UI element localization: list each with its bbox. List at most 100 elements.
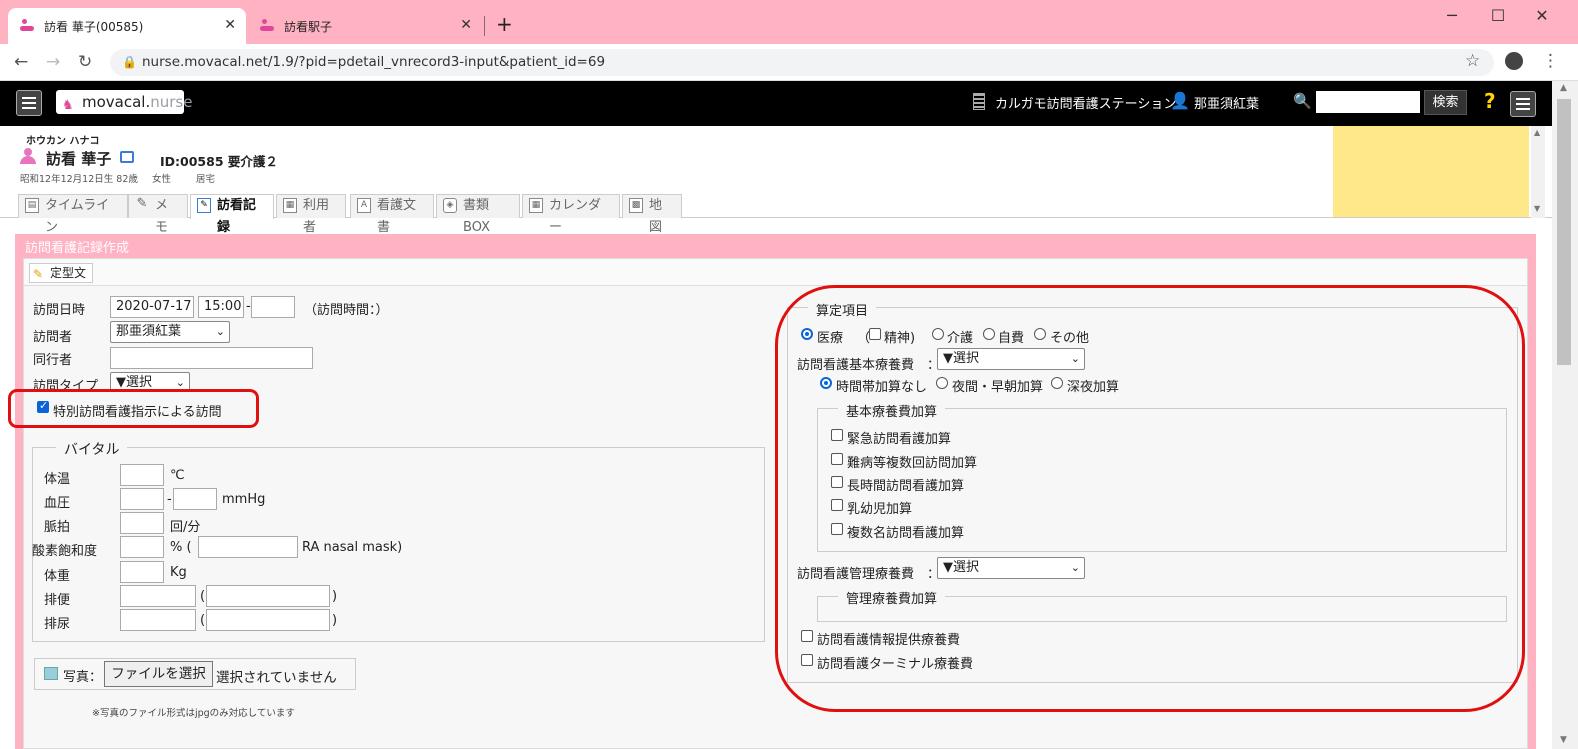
scrollbar-thumb[interactable]: [1557, 99, 1571, 365]
patient-kana: ホウカン ハナコ: [26, 136, 100, 147]
patient-birth: 昭和12年12月12日生 82歳: [20, 174, 138, 185]
choose-file-button[interactable]: ファイルを選択: [104, 661, 213, 687]
bp-diastolic-input[interactable]: [173, 488, 217, 510]
vital-label: 排便: [44, 593, 71, 608]
movacal-favicon-icon: [20, 19, 34, 33]
bp-systolic-input[interactable]: [120, 488, 164, 510]
vital-unit: Kg: [170, 565, 187, 580]
bp-separator: -: [167, 492, 172, 507]
visitor-select[interactable]: 那亜須紅葉 ⌄: [110, 321, 230, 343]
photo-label: 写真：: [63, 670, 103, 685]
visit-date-label: 訪問日時: [33, 303, 86, 318]
paren-open: (: [200, 589, 206, 604]
tab-label: 利用者: [303, 198, 330, 235]
url-field[interactable]: 🔒 nurse.movacal.net/1.9/?pid=pdetail_vnr…: [110, 49, 1494, 76]
pdf-icon: A: [357, 198, 371, 213]
browser-tab-active[interactable]: 訪看 華子(00585) ✕: [8, 8, 246, 44]
template-button[interactable]: ✎ 定型文: [29, 263, 94, 283]
logo-text: movacal.: [82, 93, 151, 111]
image-icon: [44, 667, 58, 680]
pulse-input[interactable]: [120, 512, 164, 534]
temperature-input[interactable]: [120, 464, 164, 486]
visit-type-value: ▼選択: [116, 375, 152, 390]
paren-open: (: [200, 613, 206, 628]
vital-label: 脈拍: [44, 520, 71, 535]
patient-residence: 居宅: [196, 174, 216, 185]
tab-label: 訪看記録: [217, 198, 257, 235]
close-window-icon[interactable]: ✕: [1532, 6, 1552, 25]
copy-window-icon[interactable]: [120, 151, 134, 163]
file-status: 選択されていません: [216, 670, 337, 686]
tab-visit-record[interactable]: ✎ 訪看記録: [190, 194, 274, 235]
tab-calendar[interactable]: ▦ カレンダー: [522, 194, 620, 235]
tab-user[interactable]: ▦ 利用者: [276, 194, 346, 235]
tab-timeline[interactable]: ▤ タイムライン: [18, 194, 128, 235]
lock-icon: 🔒: [122, 55, 137, 69]
tab-document-box[interactable]: ◈ 書類BOX: [436, 194, 520, 235]
logo-subtext: nurse: [150, 93, 193, 111]
stool-note-input[interactable]: [206, 585, 330, 607]
app-header: ♞ movacal.nurse カルガモ訪問看護ステーション 👤 那亜須紅葉 🔍…: [0, 81, 1552, 126]
visit-end-input[interactable]: [251, 296, 295, 318]
patient-sex: 女性: [152, 174, 172, 185]
map-icon: ▩: [629, 198, 643, 213]
companion-input[interactable]: [110, 347, 313, 369]
reload-icon[interactable]: ↻: [78, 52, 92, 72]
patient-note-box: [1333, 126, 1529, 218]
close-tab-icon[interactable]: ✕: [460, 17, 472, 33]
highlight-box-special-visit: [8, 389, 259, 428]
browser-tab[interactable]: 訪看駅子 ✕: [248, 8, 482, 44]
forward-icon[interactable]: →: [46, 52, 60, 72]
page-scrollbar[interactable]: ▲ ▼: [1552, 81, 1578, 749]
profile-icon[interactable]: [1505, 52, 1523, 70]
visit-date-input[interactable]: 2020-07-17: [110, 296, 194, 318]
vital-label: 体重: [44, 569, 71, 584]
close-tab-icon[interactable]: ✕: [224, 17, 236, 33]
user-name[interactable]: 那亜須紅葉: [1194, 93, 1259, 112]
paren-close: ): [332, 613, 338, 628]
visitor-value: 那亜須紅葉: [116, 324, 182, 339]
maximize-icon[interactable]: ☐: [1488, 6, 1508, 25]
vital-unit: % (: [170, 540, 192, 555]
tab-memo[interactable]: ✎ メモ: [128, 194, 188, 235]
record-icon: ✎: [197, 198, 211, 213]
back-icon[interactable]: ←: [14, 52, 28, 72]
urine-note-input[interactable]: [206, 609, 330, 631]
time-separator: -: [246, 299, 251, 314]
vital-unit: RA nasal mask): [302, 540, 403, 555]
patient-avatar-icon: [20, 148, 36, 164]
form-toolbar: [24, 259, 1527, 286]
search-icon: 🔍: [1293, 92, 1312, 110]
help-icon[interactable]: ?: [1484, 89, 1496, 113]
settings-menu-icon[interactable]: [1510, 91, 1536, 117]
tab-label: カレンダー: [549, 198, 602, 235]
urine-input[interactable]: [120, 609, 196, 631]
menu-icon[interactable]: [16, 90, 42, 116]
minimize-icon[interactable]: ─: [1442, 6, 1462, 25]
weight-input[interactable]: [120, 561, 164, 583]
chevron-down-icon: ⌄: [215, 325, 225, 338]
app-logo[interactable]: ♞ movacal.nurse: [56, 90, 192, 114]
search-button[interactable]: 検索: [1424, 90, 1467, 115]
bookmark-star-icon[interactable]: ☆: [1465, 51, 1480, 71]
tab-nursing-docs[interactable]: A 看護文書: [350, 194, 434, 235]
spo2-input[interactable]: [120, 536, 164, 558]
new-tab-button[interactable]: +: [496, 12, 513, 36]
stool-input[interactable]: [120, 585, 196, 607]
visit-start-input[interactable]: 15:00: [198, 296, 244, 318]
tab-label: 地図: [649, 198, 663, 235]
search-input[interactable]: [1316, 91, 1420, 113]
patient-area-scrollbar[interactable]: ▲ ▼: [1531, 126, 1545, 218]
companion-label: 同行者: [33, 353, 73, 368]
pencil-icon: ✎: [136, 196, 148, 211]
tab-map[interactable]: ▩ 地図: [622, 194, 682, 235]
oxygen-note-input[interactable]: [198, 536, 298, 558]
station-name[interactable]: カルガモ訪問看護ステーション: [995, 93, 1176, 112]
tab-label: メモ: [155, 198, 169, 235]
patient-id: ID:00585 要介護２: [160, 154, 278, 169]
browser-menu-icon[interactable]: ⋮: [1542, 51, 1559, 71]
tab-label: 看護文書: [377, 198, 417, 235]
highlight-box-billing: [775, 285, 1525, 712]
vitals-legend: バイタル: [56, 439, 128, 459]
vital-label: 体温: [44, 472, 71, 487]
